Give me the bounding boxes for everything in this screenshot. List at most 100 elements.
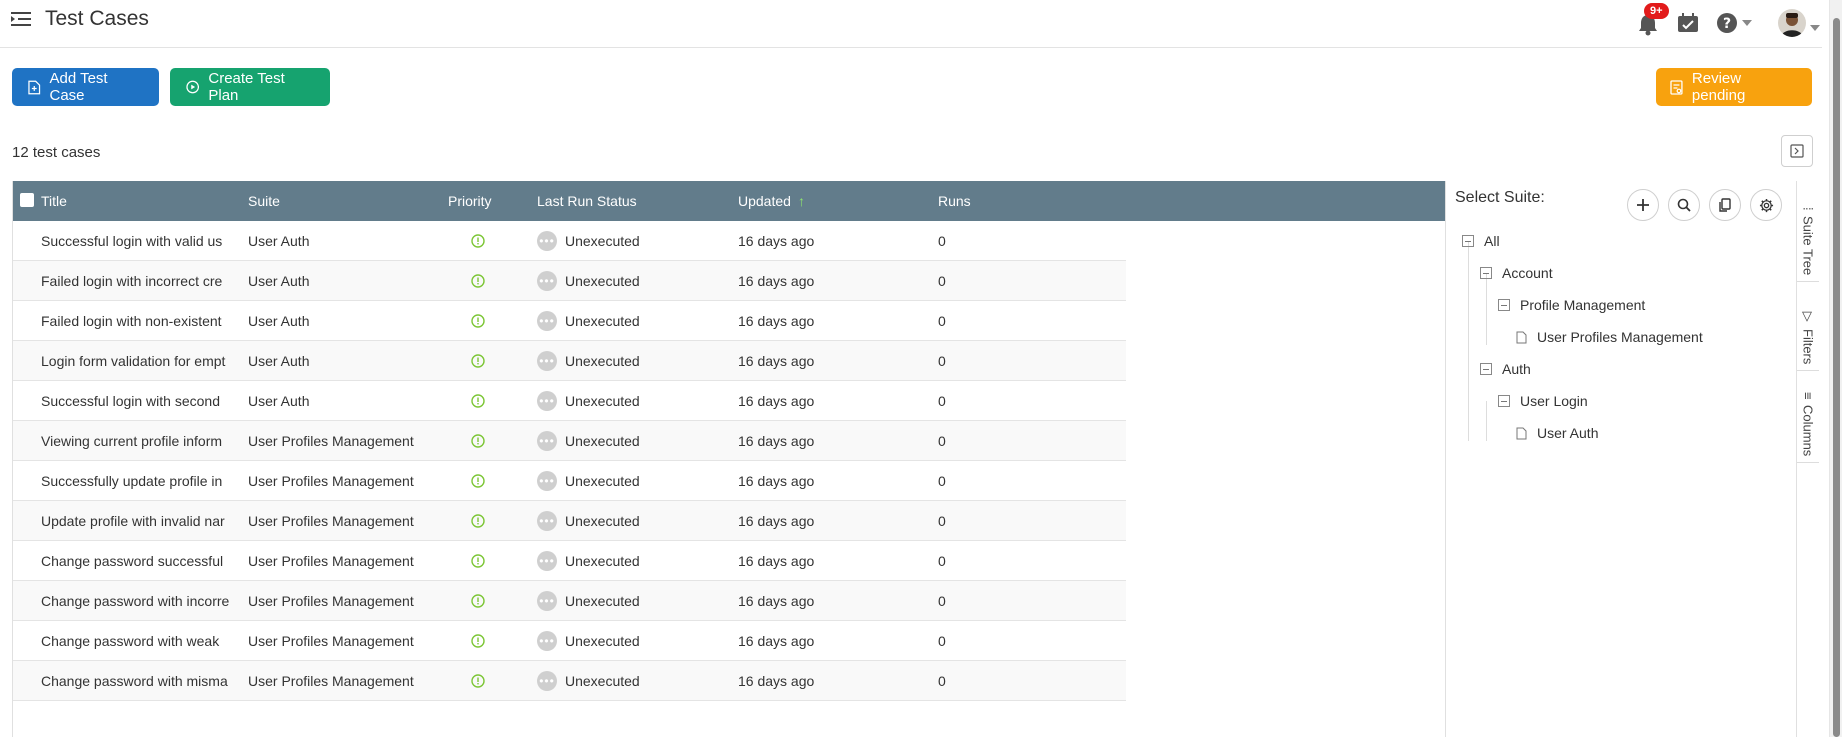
tab-filters[interactable]: ▽ Filters: [1797, 303, 1819, 372]
row-title[interactable]: Failed login with incorrect cre: [41, 261, 235, 301]
row-runs: 0: [938, 313, 946, 329]
table-row[interactable]: Change password with incorre User Profil…: [13, 581, 1126, 621]
row-suite: User Profiles Management: [248, 553, 414, 569]
collapse-icon[interactable]: [1480, 267, 1492, 279]
review-pending-button[interactable]: Review pending: [1656, 68, 1812, 106]
column-header-runs[interactable]: Runs: [938, 193, 971, 209]
tree-node-label: All: [1484, 233, 1500, 249]
tree-guide-line: [1486, 273, 1487, 345]
row-status: ••• Unexecuted: [537, 301, 707, 341]
row-updated: 16 days ago: [738, 393, 815, 409]
table-row[interactable]: Failed login with incorrect cre User Aut…: [13, 261, 1126, 301]
calendar-check-icon[interactable]: [1677, 13, 1699, 33]
row-suite: User Auth: [248, 393, 310, 409]
collapse-icon[interactable]: [1480, 363, 1492, 375]
column-header-priority[interactable]: Priority: [448, 193, 492, 209]
column-header-title[interactable]: Title: [41, 193, 67, 209]
table-row[interactable]: Failed login with non-existent User Auth…: [13, 301, 1126, 341]
add-suite-button[interactable]: [1627, 189, 1659, 221]
table-row[interactable]: Update profile with invalid nar User Pro…: [13, 501, 1126, 541]
page-scrollbar[interactable]: [1829, 0, 1842, 737]
row-status: ••• Unexecuted: [537, 541, 707, 581]
table-row[interactable]: Successful login with valid us User Auth…: [13, 221, 1126, 261]
priority-icon: [471, 261, 491, 301]
panel-toggle-button[interactable]: [1781, 135, 1813, 167]
status-dots-icon: •••: [537, 631, 557, 651]
suite-settings-button[interactable]: [1750, 189, 1782, 221]
row-title[interactable]: Login form validation for empt: [41, 341, 235, 381]
collapse-icon[interactable]: [1462, 235, 1474, 247]
column-header-last-run-status[interactable]: Last Run Status: [537, 193, 637, 209]
file-plus-icon: [28, 80, 41, 94]
row-status-text: Unexecuted: [565, 393, 640, 409]
column-header-suite[interactable]: Suite: [248, 193, 280, 209]
chevron-down-icon[interactable]: [1810, 25, 1820, 31]
sidebar-menu-icon[interactable]: [11, 10, 31, 28]
table-row[interactable]: Viewing current profile inform User Prof…: [13, 421, 1126, 461]
avatar[interactable]: [1778, 9, 1806, 37]
row-suite: User Auth: [248, 233, 310, 249]
row-title[interactable]: Change password successful: [41, 541, 235, 581]
row-updated: 16 days ago: [738, 633, 815, 649]
row-title[interactable]: Successful login with valid us: [41, 221, 235, 261]
row-suite: User Auth: [248, 353, 310, 369]
row-status-text: Unexecuted: [565, 433, 640, 449]
page-title: Test Cases: [45, 7, 149, 30]
row-runs: 0: [938, 593, 946, 609]
create-test-plan-button[interactable]: Create Test Plan: [170, 68, 330, 106]
row-updated: 16 days ago: [738, 593, 815, 609]
priority-icon: [471, 541, 491, 581]
row-runs: 0: [938, 273, 946, 289]
select-suite-label: Select Suite:: [1455, 189, 1545, 206]
row-title[interactable]: Viewing current profile inform: [41, 421, 235, 461]
row-status-text: Unexecuted: [565, 473, 640, 489]
priority-icon: [471, 501, 491, 541]
tree-node-user-login[interactable]: User Login: [1498, 393, 1588, 409]
column-header-updated[interactable]: Updated: [738, 193, 791, 209]
table-row[interactable]: Change password with misma User Profiles…: [13, 661, 1126, 701]
tree-node-account[interactable]: Account: [1480, 265, 1553, 281]
select-all-checkbox[interactable]: [20, 193, 34, 207]
tree-node-user-auth[interactable]: User Auth: [1516, 425, 1598, 441]
table-row[interactable]: Successful login with second User Auth •…: [13, 381, 1126, 421]
sort-asc-icon[interactable]: ↑: [798, 193, 805, 209]
row-updated: 16 days ago: [738, 553, 815, 569]
collapse-icon[interactable]: [1498, 299, 1510, 311]
help-icon[interactable]: ?: [1716, 12, 1738, 34]
row-updated: 16 days ago: [738, 353, 815, 369]
row-status: ••• Unexecuted: [537, 661, 707, 701]
row-status: ••• Unexecuted: [537, 381, 707, 421]
copy-icon: [1719, 198, 1731, 212]
search-suite-button[interactable]: [1668, 189, 1700, 221]
tree-node-auth[interactable]: Auth: [1480, 361, 1531, 377]
table-row[interactable]: Change password successful User Profiles…: [13, 541, 1126, 581]
collapse-icon[interactable]: [1498, 395, 1510, 407]
table-row[interactable]: Change password with weak User Profiles …: [13, 621, 1126, 661]
tab-suite-tree[interactable]: ⁞ Suite Tree: [1797, 201, 1819, 282]
scrollbar-thumb[interactable]: [1833, 18, 1840, 737]
tree-node-profile-management[interactable]: Profile Management: [1498, 297, 1645, 313]
tab-columns[interactable]: ≡ Columns: [1797, 386, 1819, 463]
status-dots-icon: •••: [537, 431, 557, 451]
row-title[interactable]: Update profile with invalid nar: [41, 501, 235, 541]
tree-node-user-profiles-management[interactable]: User Profiles Management: [1516, 329, 1703, 345]
copy-suite-button[interactable]: [1709, 189, 1741, 221]
tree-node-label: User Login: [1520, 393, 1588, 409]
row-status: ••• Unexecuted: [537, 461, 707, 501]
row-runs: 0: [938, 433, 946, 449]
add-test-case-button[interactable]: Add Test Case: [12, 68, 159, 106]
status-dots-icon: •••: [537, 271, 557, 291]
table-row[interactable]: Successfully update profile in User Prof…: [13, 461, 1126, 501]
row-title[interactable]: Change password with weak: [41, 621, 235, 661]
row-title[interactable]: Successfully update profile in: [41, 461, 235, 501]
test-case-count: 12 test cases: [12, 144, 101, 161]
row-title[interactable]: Change password with misma: [41, 661, 235, 701]
row-title[interactable]: Successful login with second: [41, 381, 235, 421]
table-row[interactable]: Login form validation for empt User Auth…: [13, 341, 1126, 381]
row-title[interactable]: Failed login with non-existent: [41, 301, 235, 341]
collapse-panel-icon: [1790, 144, 1804, 158]
tree-node-all[interactable]: All: [1462, 233, 1500, 249]
chevron-down-icon[interactable]: [1742, 20, 1752, 26]
row-status-text: Unexecuted: [565, 593, 640, 609]
row-title[interactable]: Change password with incorre: [41, 581, 235, 621]
